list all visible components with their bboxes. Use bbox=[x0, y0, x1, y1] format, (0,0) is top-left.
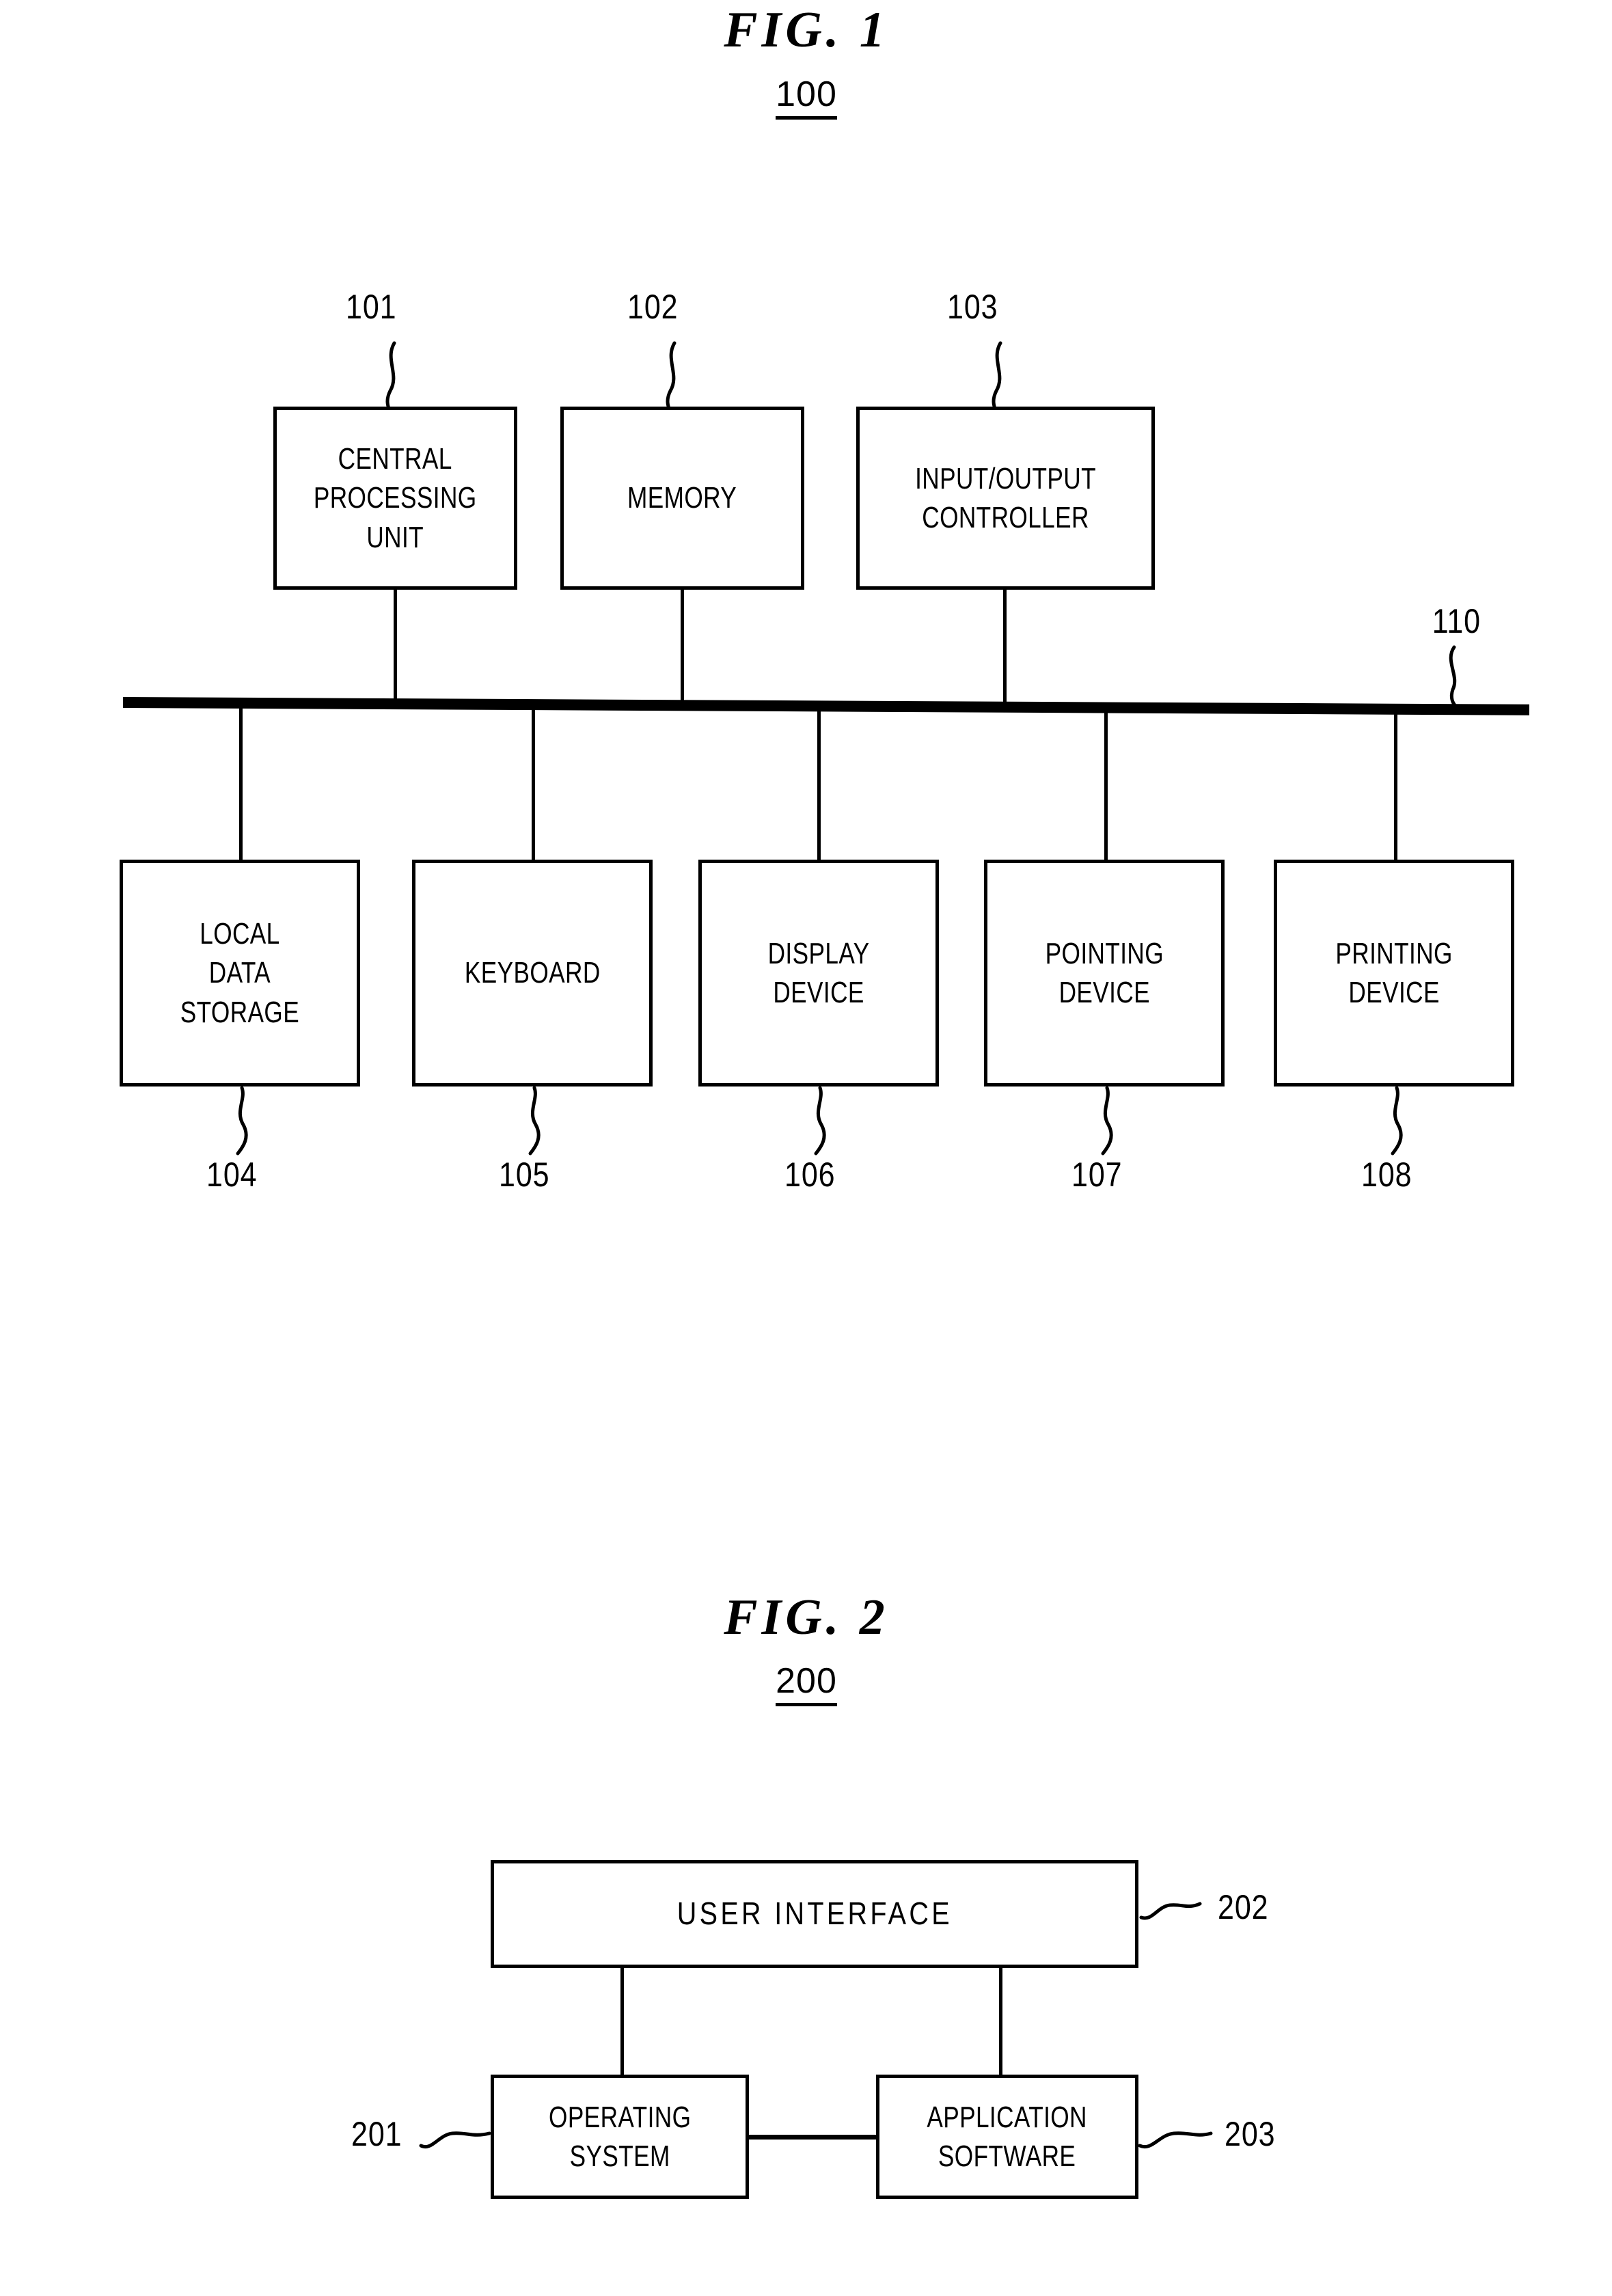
ref-numeral-107: 107 bbox=[1071, 1156, 1123, 1194]
node-display-device[interactable]: DISPLAY DEVICE bbox=[698, 860, 939, 1086]
figure-1-title: FIG. 1 bbox=[724, 2, 889, 58]
node-printing-device[interactable]: PRINTING DEVICE bbox=[1274, 860, 1514, 1086]
node-keyboard[interactable]: KEYBOARD bbox=[412, 860, 653, 1086]
node-central-processing-unit[interactable]: CENTRAL PROCESSING UNIT bbox=[273, 407, 517, 590]
ref-numeral-104: 104 bbox=[206, 1156, 258, 1194]
leader-line-104 bbox=[236, 1086, 248, 1156]
figure-1-reference: 100 bbox=[601, 74, 1011, 120]
leader-line-203 bbox=[1138, 2131, 1213, 2149]
ref-numeral-102: 102 bbox=[627, 288, 679, 326]
leader-line-108 bbox=[1391, 1086, 1403, 1156]
ref-numeral-202: 202 bbox=[1218, 1888, 1269, 1926]
leader-line-201 bbox=[419, 2131, 491, 2149]
figure-2-reference: 200 bbox=[601, 1660, 1011, 1706]
node-label: POINTING DEVICE bbox=[1045, 936, 1164, 1009]
ref-numeral-101: 101 bbox=[346, 288, 397, 326]
connector-bus-to-keyboard bbox=[532, 707, 535, 860]
leader-line-110 bbox=[1449, 645, 1458, 708]
node-label: USER INTERFACE bbox=[677, 1896, 953, 1932]
node-label: CENTRAL PROCESSING UNIT bbox=[314, 442, 477, 554]
connector-memory-to-bus bbox=[681, 590, 684, 702]
leader-line-102 bbox=[666, 341, 677, 411]
system-bus bbox=[122, 697, 1530, 715]
node-label: MEMORY bbox=[627, 481, 737, 515]
node-operating-system[interactable]: OPERATING SYSTEM bbox=[491, 2075, 749, 2199]
ref-numeral-203: 203 bbox=[1225, 2115, 1276, 2153]
leader-line-202 bbox=[1139, 1902, 1202, 1920]
connector-bus-to-display-device bbox=[817, 708, 821, 860]
node-label: KEYBOARD bbox=[464, 956, 601, 990]
ref-numeral-103: 103 bbox=[947, 288, 998, 326]
connector-ui-to-application-software bbox=[999, 1968, 1002, 2075]
node-memory[interactable]: MEMORY bbox=[560, 407, 804, 590]
leader-line-107 bbox=[1101, 1086, 1113, 1156]
node-label: INPUT/OUTPUT CONTROLLER bbox=[915, 461, 1096, 534]
node-local-data-storage[interactable]: LOCAL DATA STORAGE bbox=[120, 860, 360, 1086]
connector-bus-to-printing-device bbox=[1394, 711, 1397, 860]
node-user-interface[interactable]: USER INTERFACE bbox=[491, 1860, 1138, 1968]
leader-line-101 bbox=[385, 341, 396, 411]
node-input-output-controller[interactable]: INPUT/OUTPUT CONTROLLER bbox=[856, 407, 1155, 590]
node-label: OPERATING SYSTEM bbox=[548, 2100, 692, 2173]
ref-numeral-110: 110 bbox=[1432, 602, 1481, 640]
ref-numeral-105: 105 bbox=[499, 1156, 550, 1194]
connector-cpu-to-bus bbox=[394, 590, 397, 702]
node-label: LOCAL DATA STORAGE bbox=[180, 917, 300, 1029]
leader-line-105 bbox=[528, 1086, 541, 1156]
connector-bus-to-pointing-device bbox=[1104, 709, 1108, 860]
ref-numeral-201: 201 bbox=[351, 2115, 402, 2153]
node-label: PRINTING DEVICE bbox=[1335, 936, 1453, 1009]
connector-bus-to-local-data-storage bbox=[239, 705, 243, 860]
node-label: APPLICATION SOFTWARE bbox=[927, 2100, 1088, 2173]
figure-2-title: FIG. 2 bbox=[724, 1589, 889, 1645]
patent-drawing-sheet: FIG. 1 100 101 102 103 CENTRAL PROCESSIN… bbox=[0, 0, 1612, 2296]
connector-io-to-bus bbox=[1003, 590, 1007, 702]
ref-numeral-108: 108 bbox=[1361, 1156, 1412, 1194]
connector-ui-to-operating-system bbox=[620, 1968, 624, 2075]
ref-numeral-106: 106 bbox=[784, 1156, 836, 1194]
node-pointing-device[interactable]: POINTING DEVICE bbox=[984, 860, 1225, 1086]
leader-line-106 bbox=[814, 1086, 826, 1156]
leader-line-103 bbox=[992, 341, 1002, 411]
node-label: DISPLAY DEVICE bbox=[767, 936, 870, 1009]
connector-os-to-application-software bbox=[747, 2135, 878, 2140]
node-application-software[interactable]: APPLICATION SOFTWARE bbox=[876, 2075, 1138, 2199]
